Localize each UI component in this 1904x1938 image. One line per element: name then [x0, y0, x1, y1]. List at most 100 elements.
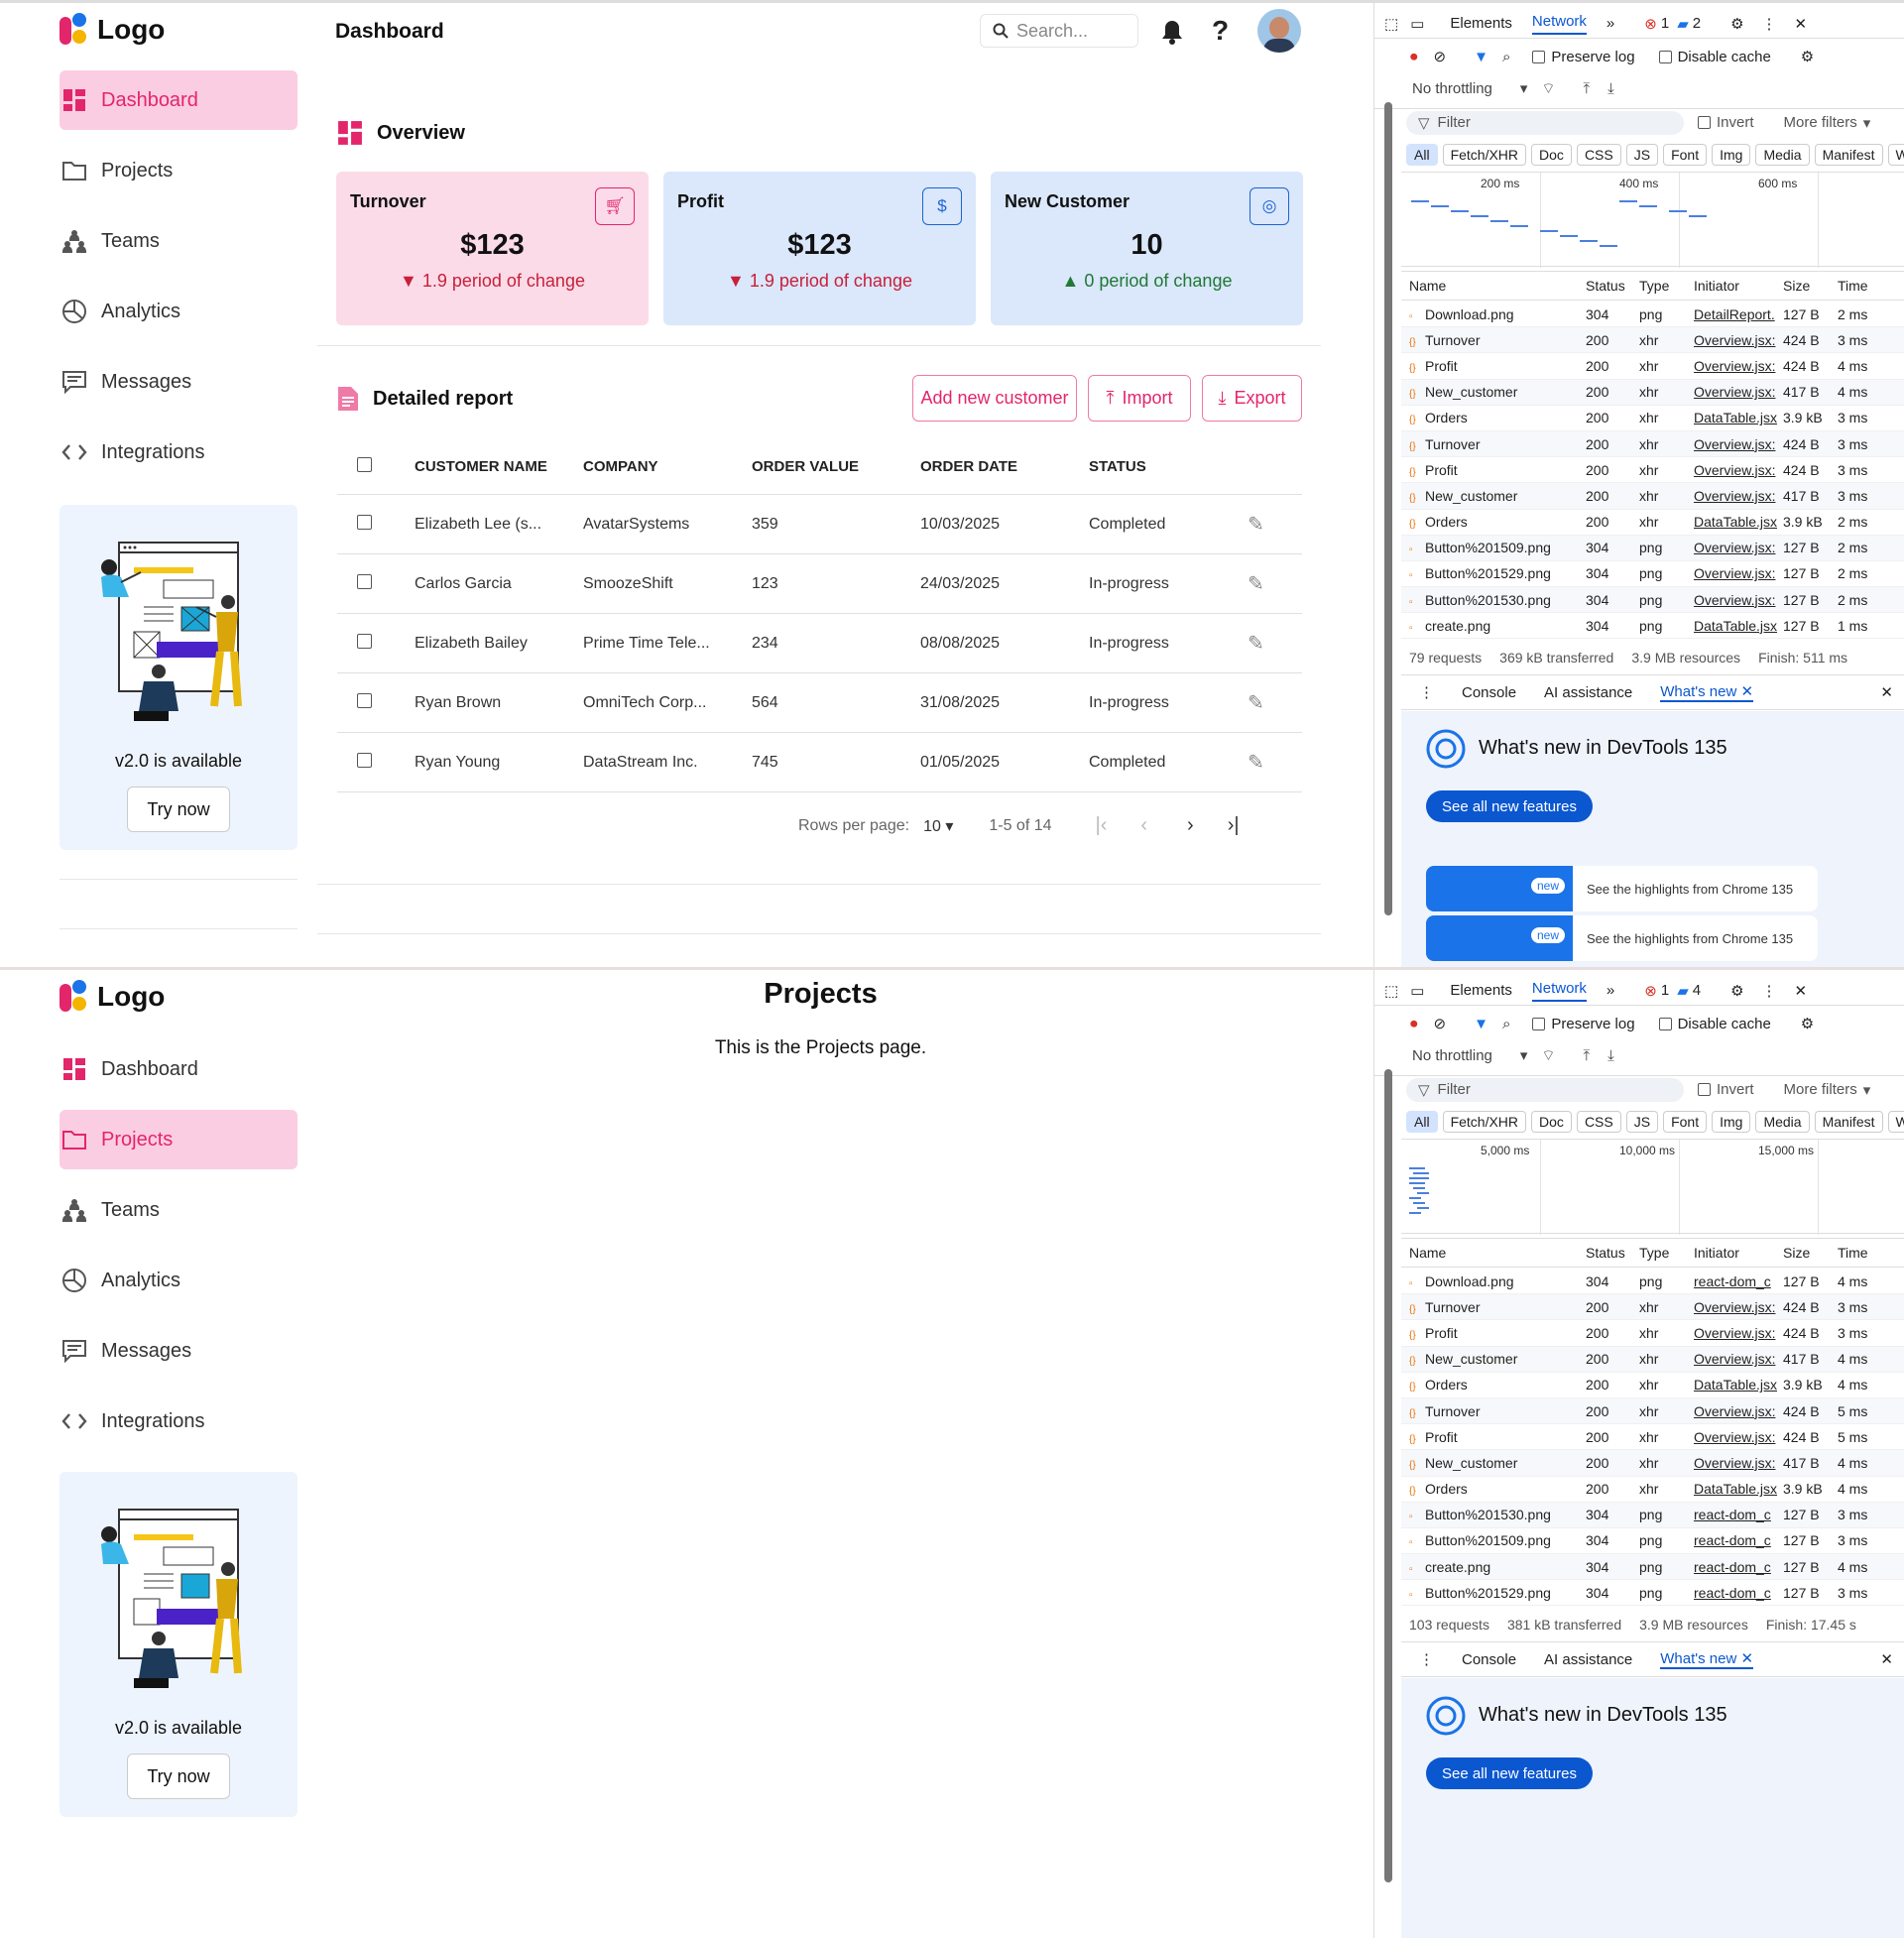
- device-toolbar-icon[interactable]: ▭: [1410, 15, 1424, 33]
- table-row[interactable]: Ryan BrownOmniTech Corp...56431/08/2025I…: [337, 673, 1302, 733]
- filter-chip[interactable]: CSS: [1577, 1111, 1621, 1133]
- last-page-icon[interactable]: ›|: [1228, 814, 1240, 837]
- request-initiator[interactable]: DataTable.jsx: [1688, 514, 1777, 530]
- request-row[interactable]: {}Turnover200xhrOverview.jsx:424 B3 ms: [1401, 1294, 1904, 1320]
- row-checkbox[interactable]: [357, 753, 372, 768]
- see-all-features-button[interactable]: See all new features: [1426, 1757, 1593, 1789]
- prev-page-icon[interactable]: ‹: [1140, 814, 1147, 837]
- request-initiator[interactable]: DataTable.jsx: [1688, 618, 1777, 634]
- tab-network[interactable]: Network: [1532, 13, 1587, 35]
- filter-input[interactable]: ▽Filter: [1406, 1078, 1684, 1102]
- request-row[interactable]: ▫Button%201529.png304pngreact-dom_c127 B…: [1401, 1580, 1904, 1606]
- filter-chip[interactable]: Media: [1755, 1111, 1809, 1133]
- request-row[interactable]: ▫Button%201530.png304pngOverview.jsx:127…: [1401, 587, 1904, 613]
- invert-checkbox[interactable]: [1698, 116, 1711, 129]
- request-initiator[interactable]: Overview.jsx:: [1688, 592, 1777, 608]
- sidebar-item-dashboard[interactable]: Dashboard: [60, 70, 298, 130]
- tab-ai-assistance[interactable]: AI assistance: [1544, 1651, 1632, 1668]
- import-har-icon[interactable]: ⤒: [1584, 80, 1591, 97]
- tab-whats-new[interactable]: What's new ✕: [1660, 682, 1753, 702]
- drawer-menu-icon[interactable]: ⋮: [1419, 1650, 1434, 1668]
- request-initiator[interactable]: Overview.jsx:: [1688, 358, 1777, 374]
- edit-icon[interactable]: ✎: [1248, 631, 1302, 656]
- record-icon[interactable]: ⏺: [1410, 49, 1418, 65]
- request-row[interactable]: {}New_customer200xhrOverview.jsx:417 B4 …: [1401, 380, 1904, 406]
- error-icon[interactable]: ⊗: [1644, 982, 1657, 1000]
- more-filters-button[interactable]: More filters: [1784, 114, 1857, 131]
- request-row[interactable]: {}Profit200xhrOverview.jsx:424 B5 ms: [1401, 1424, 1904, 1450]
- tab-whats-new[interactable]: What's new ✕: [1660, 1649, 1753, 1669]
- filter-chip[interactable]: Fetch/XHR: [1443, 1111, 1526, 1133]
- search-input[interactable]: Search...: [980, 14, 1138, 48]
- request-row[interactable]: {}Turnover200xhrOverview.jsx:424 B3 ms: [1401, 327, 1904, 353]
- edit-icon[interactable]: ✎: [1248, 512, 1302, 537]
- sidebar-item-projects[interactable]: Projects: [60, 141, 298, 200]
- drawer-menu-icon[interactable]: ⋮: [1419, 683, 1434, 701]
- request-row[interactable]: ▫Button%201509.png304pngreact-dom_c127 B…: [1401, 1528, 1904, 1554]
- request-initiator[interactable]: react-dom_c: [1688, 1559, 1777, 1575]
- close-icon[interactable]: ✕: [1795, 15, 1808, 33]
- request-row[interactable]: {}Profit200xhrOverview.jsx:424 B3 ms: [1401, 1320, 1904, 1346]
- close-icon[interactable]: ✕: [1795, 982, 1808, 1000]
- request-row[interactable]: {}Orders200xhrDataTable.jsx3.9 kB2 ms: [1401, 510, 1904, 536]
- request-initiator[interactable]: Overview.jsx:: [1688, 1299, 1777, 1315]
- see-all-features-button[interactable]: See all new features: [1426, 790, 1593, 822]
- dollar-icon[interactable]: $: [922, 187, 962, 225]
- request-initiator[interactable]: react-dom_c: [1688, 1507, 1777, 1522]
- import-har-icon[interactable]: ⤒: [1584, 1047, 1591, 1064]
- request-row[interactable]: {}New_customer200xhrOverview.jsx:417 B4 …: [1401, 1450, 1904, 1476]
- request-initiator[interactable]: Overview.jsx:: [1688, 1455, 1777, 1471]
- request-initiator[interactable]: Overview.jsx:: [1688, 462, 1777, 478]
- request-initiator[interactable]: Overview.jsx:: [1688, 436, 1777, 452]
- clear-icon[interactable]: ⊘: [1434, 1015, 1447, 1032]
- filter-chip[interactable]: WS: [1888, 144, 1904, 166]
- sidebar-item-projects[interactable]: Projects: [60, 1110, 298, 1169]
- export-har-icon[interactable]: ⤓: [1607, 1047, 1614, 1064]
- search-icon[interactable]: ⌕: [1502, 1016, 1510, 1032]
- column-header[interactable]: Type: [1633, 278, 1688, 294]
- network-settings-icon[interactable]: ⚙: [1801, 1015, 1814, 1032]
- request-row[interactable]: {}New_customer200xhrOverview.jsx:417 B4 …: [1401, 1347, 1904, 1373]
- filter-chip[interactable]: Img: [1712, 1111, 1750, 1133]
- table-row[interactable]: Ryan YoungDataStream Inc.74501/05/2025Co…: [337, 733, 1302, 792]
- column-header[interactable]: Time: [1832, 278, 1901, 294]
- search-icon[interactable]: ⌕: [1502, 49, 1510, 65]
- throttling-select[interactable]: No throttling: [1412, 1047, 1492, 1064]
- error-icon[interactable]: ⊗: [1644, 15, 1657, 33]
- tab-console[interactable]: Console: [1462, 684, 1516, 701]
- filter-icon[interactable]: ▼: [1474, 1016, 1488, 1032]
- sidebar-item-analytics[interactable]: Analytics: [60, 1251, 298, 1310]
- row-checkbox[interactable]: [357, 693, 372, 708]
- request-row[interactable]: {}Profit200xhrOverview.jsx:424 B3 ms: [1401, 457, 1904, 483]
- request-row[interactable]: {}New_customer200xhrOverview.jsx:417 B3 …: [1401, 483, 1904, 509]
- filter-chip[interactable]: Fetch/XHR: [1443, 144, 1526, 166]
- column-header[interactable]: Name: [1401, 278, 1580, 294]
- request-row[interactable]: ▫Download.png304pngreact-dom_c127 B4 ms: [1401, 1269, 1904, 1294]
- invert-checkbox[interactable]: [1698, 1083, 1711, 1096]
- filter-chip[interactable]: Media: [1755, 144, 1809, 166]
- filter-chip[interactable]: All: [1406, 1111, 1438, 1133]
- kebab-menu-icon[interactable]: ⋮: [1762, 15, 1777, 33]
- request-initiator[interactable]: DetailReport.: [1688, 306, 1777, 322]
- message-icon[interactable]: ▰: [1677, 15, 1689, 33]
- avatar[interactable]: [1257, 9, 1301, 53]
- export-button[interactable]: ⤓ Export: [1202, 375, 1302, 422]
- network-conditions-icon[interactable]: ⌔: [1541, 79, 1555, 98]
- clear-icon[interactable]: ⊘: [1434, 48, 1447, 65]
- request-initiator[interactable]: Overview.jsx:: [1688, 1325, 1777, 1341]
- sidebar-item-integrations[interactable]: Integrations: [60, 423, 298, 482]
- select-all-checkbox[interactable]: [357, 457, 372, 472]
- request-initiator[interactable]: Overview.jsx:: [1688, 1403, 1777, 1419]
- tab-elements[interactable]: Elements: [1450, 15, 1512, 32]
- request-initiator[interactable]: DataTable.jsx: [1688, 1377, 1777, 1393]
- request-initiator[interactable]: react-dom_c: [1688, 1585, 1777, 1601]
- filter-chip[interactable]: Img: [1712, 144, 1750, 166]
- device-toolbar-icon[interactable]: ▭: [1410, 982, 1424, 1000]
- add-customer-button[interactable]: Add new customer: [912, 375, 1077, 422]
- filter-chip[interactable]: WS: [1888, 1111, 1904, 1133]
- filter-input[interactable]: ▽Filter: [1406, 111, 1684, 135]
- settings-icon[interactable]: ⚙: [1730, 15, 1743, 33]
- help-icon[interactable]: ?: [1212, 15, 1229, 47]
- preserve-log-checkbox[interactable]: [1532, 1018, 1545, 1030]
- edit-icon[interactable]: ✎: [1248, 690, 1302, 715]
